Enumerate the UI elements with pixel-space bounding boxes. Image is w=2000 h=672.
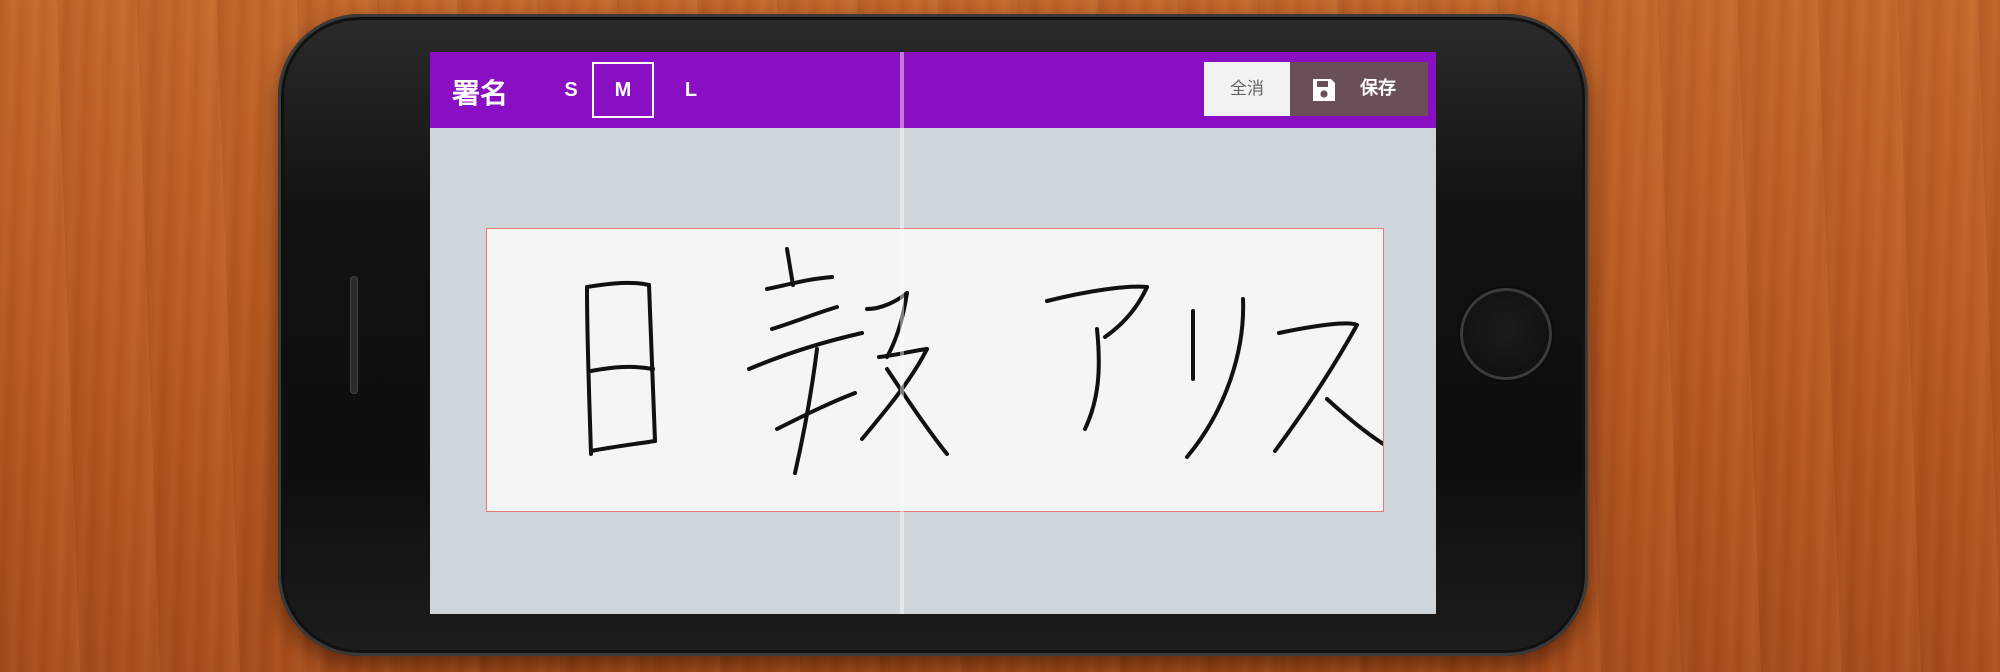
save-button-label: 保存 [1360,78,1396,99]
save-button[interactable]: 保存 [1290,62,1428,116]
floppy-disk-icon [1313,79,1335,101]
home-button[interactable] [1460,288,1552,380]
screen-glare [900,52,904,614]
pen-size-l-button[interactable]: L [660,62,722,118]
top-toolbar: 署名 S M L 全消 保存 [430,52,1436,128]
pen-size-m-button[interactable]: M [592,62,654,118]
page-title: 署名 [452,77,509,110]
handwritten-signature [585,247,1383,475]
phone-speaker [350,276,358,394]
app-screen: 署名 S M L 全消 保存 [430,52,1436,614]
clear-all-button[interactable]: 全消 [1204,62,1290,116]
signature-pad[interactable] [486,228,1384,512]
